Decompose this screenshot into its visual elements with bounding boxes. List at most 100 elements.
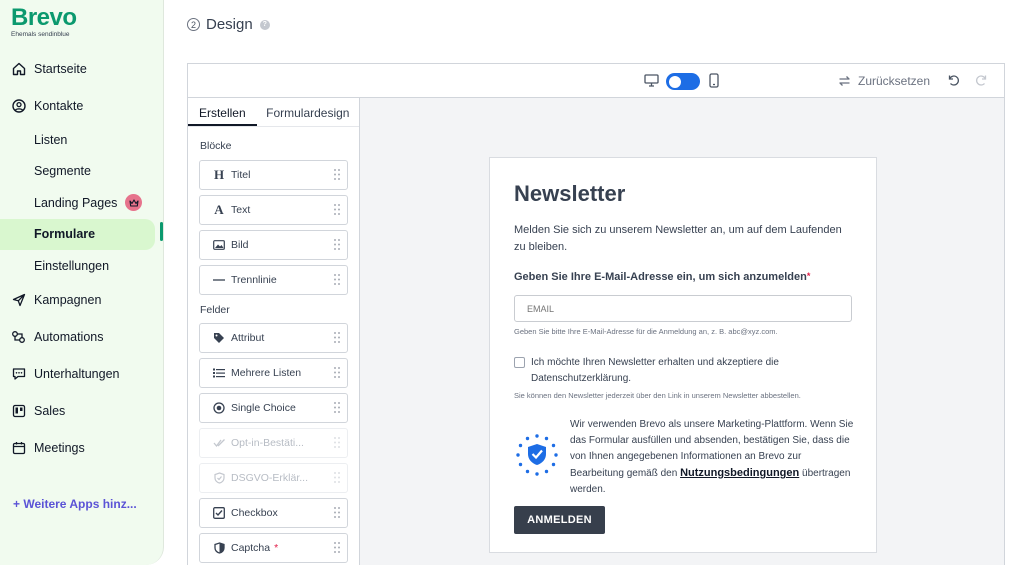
block-image[interactable]: Bild bbox=[199, 230, 348, 260]
drag-handle-icon[interactable] bbox=[334, 507, 340, 521]
nav-automations-label: Automations bbox=[34, 330, 104, 344]
list-icon bbox=[212, 368, 226, 378]
terms-link[interactable]: Nutzungsbedingungen bbox=[680, 467, 799, 479]
reset-label: Zurücksetzen bbox=[858, 74, 931, 88]
email-required-mark: * bbox=[806, 271, 811, 281]
sidebar: Brevo Ehemals sendinblue Startseite Kont… bbox=[0, 0, 164, 565]
field-captcha[interactable]: Captcha * bbox=[199, 533, 348, 563]
nav-campaigns[interactable]: Kampagnen bbox=[0, 282, 164, 319]
nav-meetings-label: Meetings bbox=[34, 441, 85, 455]
shield-icon bbox=[212, 542, 226, 554]
subscribe-button[interactable]: ANMELDEN bbox=[514, 506, 605, 534]
drag-handle-icon[interactable] bbox=[334, 204, 340, 218]
form-canvas: Newsletter Melden Sie sich zu unserem Ne… bbox=[360, 98, 1004, 565]
block-divider-label: Trennlinie bbox=[231, 274, 277, 286]
privacy-notice: Wir verwenden Brevo als unsere Marketing… bbox=[570, 417, 855, 498]
drag-handle-icon[interactable] bbox=[334, 274, 340, 288]
field-multiple-lists[interactable]: Mehrere Listen bbox=[199, 358, 348, 388]
nav-meetings[interactable]: Meetings bbox=[0, 430, 164, 467]
device-toggle[interactable] bbox=[666, 73, 700, 90]
brevo-logo[interactable]: Brevo Ehemals sendinblue bbox=[11, 6, 77, 39]
nav-forms[interactable]: Formulare bbox=[0, 218, 155, 250]
field-single-choice[interactable]: Single Choice bbox=[199, 393, 348, 423]
form-title[interactable]: Newsletter bbox=[514, 181, 625, 207]
checkbox-icon bbox=[212, 507, 226, 519]
nav-home[interactable]: Startseite bbox=[0, 50, 164, 87]
email-label-text: Geben Sie Ihre E-Mail-Adresse ein, um si… bbox=[514, 271, 807, 283]
drag-handle-icon[interactable] bbox=[334, 367, 340, 381]
logo-tagline: Ehemals sendinblue bbox=[11, 31, 70, 38]
field-gdpr-label: DSGVO-Erklär... bbox=[231, 472, 309, 484]
nav-home-label: Startseite bbox=[34, 61, 87, 76]
fields-section-label: Felder bbox=[200, 304, 230, 316]
drag-handle-icon[interactable] bbox=[334, 239, 340, 253]
required-mark: * bbox=[274, 542, 279, 554]
email-label[interactable]: Geben Sie Ihre E-Mail-Adresse ein, um si… bbox=[514, 271, 810, 283]
heading-icon: H bbox=[213, 167, 225, 182]
kanban-icon bbox=[11, 404, 26, 419]
field-single-choice-label: Single Choice bbox=[231, 402, 296, 414]
nav-sales[interactable]: Sales bbox=[0, 393, 164, 430]
drag-handle-icon[interactable] bbox=[334, 542, 340, 556]
block-title[interactable]: H Titel bbox=[199, 160, 348, 190]
field-opt-in: Opt-in-Bestäti... bbox=[199, 428, 348, 458]
page-title: 2 Design ? bbox=[187, 16, 270, 33]
email-help-text: Geben Sie bitte Ihre E-Mail-Adresse für … bbox=[514, 327, 778, 336]
nav-conversations[interactable]: Unterhaltungen bbox=[0, 356, 164, 393]
nav-contacts[interactable]: Kontakte bbox=[0, 87, 164, 124]
swap-icon bbox=[838, 75, 851, 87]
unsubscribe-note: Sie können den Newsletter jederzeit über… bbox=[514, 391, 801, 400]
block-divider[interactable]: Trennlinie bbox=[199, 265, 348, 295]
drag-handle-icon[interactable] bbox=[334, 402, 340, 416]
nav-segments[interactable]: Segmente bbox=[0, 156, 164, 188]
block-image-label: Bild bbox=[231, 239, 249, 251]
field-attribute[interactable]: Attribut bbox=[199, 323, 348, 353]
toggle-knob bbox=[669, 75, 681, 88]
nav-automations[interactable]: Automations bbox=[0, 319, 164, 356]
nav-settings[interactable]: Einstellungen bbox=[0, 250, 164, 282]
consent-text: Ich möchte Ihren Newsletter erhalten und… bbox=[531, 357, 779, 384]
automation-icon bbox=[11, 330, 26, 345]
nav-lists[interactable]: Listen bbox=[0, 124, 164, 156]
help-icon[interactable]: ? bbox=[259, 19, 270, 30]
panel-tabs: Erstellen Formulardesign bbox=[188, 98, 359, 127]
reset-button[interactable]: Zurücksetzen bbox=[838, 74, 930, 88]
field-checkbox-label: Checkbox bbox=[231, 507, 278, 519]
drag-handle-icon bbox=[334, 472, 340, 486]
nav-campaigns-label: Kampagnen bbox=[34, 293, 102, 307]
nav-landing-pages[interactable]: Landing Pages bbox=[0, 187, 164, 219]
drag-handle-icon[interactable] bbox=[334, 169, 340, 183]
page-title-text: Design bbox=[206, 16, 253, 33]
block-text[interactable]: A Text bbox=[199, 195, 348, 225]
paper-plane-icon bbox=[11, 293, 26, 308]
premium-crown-icon bbox=[125, 194, 143, 212]
more-apps-link[interactable]: + Weitere Apps hinz... bbox=[13, 497, 137, 511]
drag-handle-icon[interactable] bbox=[334, 332, 340, 346]
redo-icon[interactable] bbox=[975, 73, 989, 92]
email-input[interactable] bbox=[514, 295, 852, 322]
tab-create[interactable]: Erstellen bbox=[188, 98, 257, 126]
radio-icon bbox=[212, 402, 226, 414]
field-multiple-lists-label: Mehrere Listen bbox=[231, 367, 302, 379]
home-icon bbox=[11, 61, 26, 76]
step-number: 2 bbox=[187, 18, 200, 31]
consent-checkbox[interactable] bbox=[514, 357, 525, 368]
mobile-icon[interactable] bbox=[709, 73, 719, 93]
form-preview[interactable]: Newsletter Melden Sie sich zu unserem Ne… bbox=[489, 157, 877, 553]
chat-icon bbox=[11, 367, 26, 382]
desktop-icon[interactable] bbox=[644, 74, 659, 92]
active-nav-indicator bbox=[160, 222, 163, 241]
field-checkbox[interactable]: Checkbox bbox=[199, 498, 348, 528]
block-title-label: Titel bbox=[231, 169, 251, 181]
nav-conversations-label: Unterhaltungen bbox=[34, 367, 120, 381]
field-captcha-label: Captcha bbox=[231, 542, 271, 554]
nav-sales-label: Sales bbox=[34, 404, 66, 418]
calendar-icon bbox=[11, 441, 26, 456]
nav-contacts-label: Kontakte bbox=[34, 98, 84, 113]
undo-icon[interactable] bbox=[946, 73, 960, 92]
editor-toolbar: Zurücksetzen bbox=[188, 64, 1004, 98]
divider-icon bbox=[212, 278, 226, 282]
block-text-label: Text bbox=[231, 204, 251, 216]
form-description[interactable]: Melden Sie sich zu unserem Newsletter an… bbox=[514, 222, 844, 256]
tab-form-design[interactable]: Formulardesign bbox=[257, 98, 359, 126]
